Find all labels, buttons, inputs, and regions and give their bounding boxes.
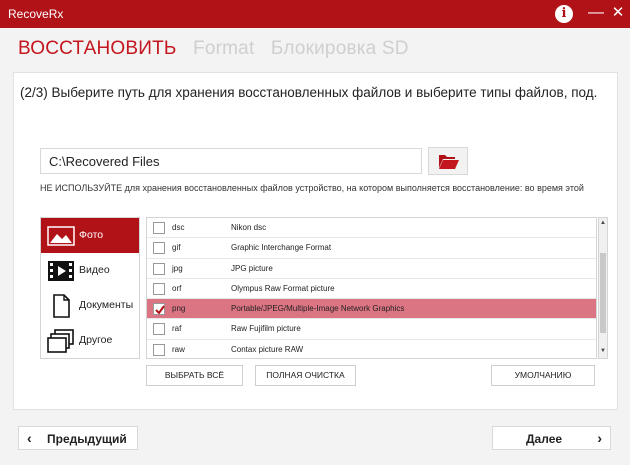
file-type-extension: raf [172, 324, 182, 334]
checkmark-icon [155, 305, 165, 315]
previous-button[interactable]: ‹ Предыдущий [18, 426, 138, 450]
file-type-row[interactable]: jpg JPG picture [147, 259, 596, 279]
file-type-checkbox[interactable] [153, 222, 165, 234]
app-title: RecoveRx [8, 7, 64, 21]
info-icon[interactable]: i [555, 5, 573, 23]
scroll-thumb[interactable] [600, 253, 606, 333]
file-type-description: Nikon dsc [231, 223, 267, 232]
next-button[interactable]: Далее › [492, 426, 611, 450]
file-type-row[interactable]: png Portable/JPEG/Multiple-Image Network… [147, 299, 596, 320]
file-type-checkbox[interactable] [153, 303, 165, 316]
file-type-row[interactable]: raw Contax picture RAW [147, 340, 596, 358]
category-other-label: Другое [79, 334, 113, 346]
minimize-button[interactable]: — [586, 3, 606, 23]
folder-open-icon [439, 155, 459, 169]
file-type-list: dsc Nikon dsc gif Graphic Interchange Fo… [146, 217, 597, 359]
category-photo[interactable]: Фото [41, 218, 139, 253]
file-type-extension: gif [172, 243, 181, 253]
file-type-description: Portable/JPEG/Multiple-Image Network Gra… [231, 304, 405, 314]
content-panel: (2/3) Выберите путь для хранения восстан… [13, 72, 618, 410]
default-button[interactable]: УМОЛЧАНИЮ [491, 365, 595, 386]
file-type-checkbox[interactable] [153, 323, 165, 336]
browse-folder-button[interactable] [428, 147, 468, 175]
category-video[interactable]: Видео [41, 253, 139, 288]
file-type-row[interactable]: raf Raw Fujifilm picture [147, 319, 596, 340]
document-icon [53, 294, 70, 318]
photo-icon [47, 226, 75, 246]
step-instruction: (2/3) Выберите путь для хранения восстан… [20, 85, 598, 100]
file-type-row[interactable]: orf Olympus Raw Format picture [147, 279, 596, 300]
file-type-extension: jpg [172, 263, 183, 273]
category-other[interactable]: Другое [41, 323, 139, 358]
file-type-row[interactable]: gif Graphic Interchange Format [147, 238, 596, 259]
scroll-down-icon[interactable]: ▼ [600, 348, 606, 354]
main-area: ВОССТАНОВИТЬ Format Блокировка SD (2/3) … [0, 28, 630, 465]
file-list-scrollbar[interactable]: ▲ ▼ [598, 217, 608, 359]
file-type-extension: raw [172, 344, 185, 354]
category-list: Фото Видео Документы Другое [40, 217, 140, 359]
category-photo-label: Фото [79, 229, 104, 241]
file-type-description: Graphic Interchange Format [231, 243, 332, 253]
file-type-extension: dsc [172, 223, 185, 232]
file-type-description: Raw Fujifilm picture [231, 324, 301, 334]
tab-recover[interactable]: ВОССТАНОВИТЬ [18, 38, 177, 60]
video-icon [48, 261, 74, 281]
tab-bar: ВОССТАНОВИТЬ Format Блокировка SD [18, 38, 421, 62]
file-type-extension: png [172, 304, 186, 314]
tab-format[interactable]: Format [193, 38, 254, 60]
file-type-checkbox[interactable] [153, 343, 165, 356]
category-video-label: Видео [79, 264, 110, 276]
next-button-label: Далее [526, 432, 563, 446]
file-type-description: JPG picture [231, 263, 273, 273]
file-type-row[interactable]: dsc Nikon dsc [147, 218, 596, 239]
file-type-description: Olympus Raw Format picture [231, 283, 335, 293]
chevron-left-icon: ‹ [27, 430, 32, 446]
category-documents[interactable]: Документы [41, 288, 139, 323]
chevron-right-icon: › [597, 430, 602, 446]
other-icon [47, 329, 74, 353]
file-type-description: Contax picture RAW [231, 344, 304, 354]
file-type-checkbox[interactable] [153, 282, 165, 295]
select-all-button[interactable]: ВЫБРАТЬ ВСЁ [146, 365, 243, 386]
tab-sd-lock[interactable]: Блокировка SD [271, 38, 409, 60]
file-type-checkbox[interactable] [153, 262, 165, 275]
scroll-up-icon[interactable]: ▲ [600, 220, 606, 226]
close-button[interactable]: ✕ [608, 3, 628, 23]
file-type-checkbox[interactable] [153, 242, 165, 255]
category-documents-label: Документы [79, 299, 134, 311]
title-bar: RecoveRx i — ✕ [0, 0, 630, 28]
warning-text: НЕ ИСПОЛЬЗУЙТЕ для хранения восстановлен… [40, 183, 584, 193]
file-type-extension: orf [172, 283, 182, 293]
previous-button-label: Предыдущий [47, 432, 127, 446]
destination-path-input[interactable] [40, 148, 422, 174]
clear-all-button[interactable]: ПОЛНАЯ ОЧИСТКА [255, 365, 356, 386]
